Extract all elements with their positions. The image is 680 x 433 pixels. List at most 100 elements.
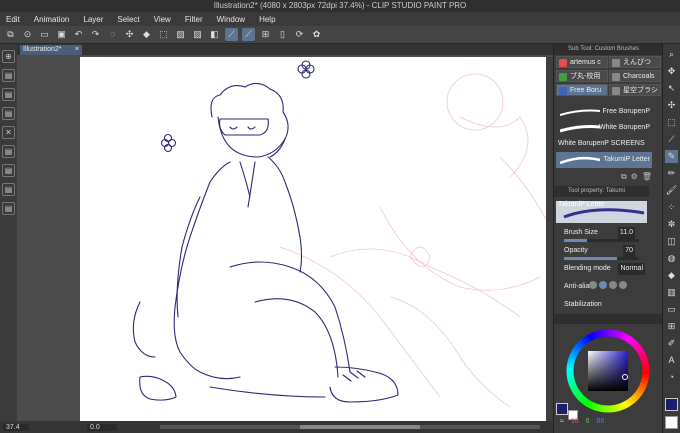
text-icon[interactable]: A (665, 354, 678, 367)
transform-icon[interactable]: ⬚ (157, 28, 170, 41)
color-wheel-header (554, 314, 663, 324)
drawing-canvas[interactable] (80, 57, 553, 421)
fill-icon[interactable]: ◆ (665, 269, 678, 282)
brush-size-value[interactable]: 11.0 (617, 227, 635, 239)
decoration-icon[interactable]: ✼ (665, 218, 678, 231)
page-icon-7[interactable]: ▤ (2, 202, 15, 215)
opacity-row[interactable]: Opacity 70 (554, 245, 649, 263)
anti-alias-options[interactable] (589, 281, 627, 289)
menu-animation[interactable]: Animation (34, 15, 70, 24)
page-icon-2[interactable]: ▤ (2, 88, 15, 101)
rotation-value[interactable]: 0.0 (87, 423, 117, 431)
share-icon[interactable]: ⟳ (293, 28, 306, 41)
color-icon[interactable]: ✿ (310, 28, 323, 41)
airbrush-icon[interactable]: ⁘ (665, 201, 678, 214)
brush-item[interactable]: Free BorupenP (556, 104, 652, 120)
brush-item[interactable]: White BorupenP SCREENS (556, 136, 652, 152)
navigator-icon[interactable]: ⊕ (2, 50, 15, 63)
stabilization-row[interactable]: Stabilization (554, 299, 649, 309)
subtool-button-4[interactable]: Charcoals (609, 70, 661, 82)
aa-weak[interactable] (599, 281, 607, 289)
blend-icon[interactable]: ◍ (665, 252, 678, 265)
subtool-button-1[interactable]: artemus c (556, 56, 608, 68)
menu-layer[interactable]: Layer (83, 15, 103, 24)
aa-none[interactable] (589, 281, 597, 289)
delete-icon[interactable]: 🗑 (642, 172, 652, 182)
balloon-icon[interactable]: ◔ (665, 371, 678, 384)
blending-mode-select[interactable]: Normal (618, 263, 645, 275)
zoom-value[interactable]: 37.4 (3, 423, 29, 431)
eraser-icon[interactable]: ◫ (665, 235, 678, 248)
color-mode-icon[interactable]: ≈ (560, 418, 564, 425)
page-icon-4[interactable]: ▤ (2, 145, 15, 158)
subtool-button-3[interactable]: ブ丸-校用 (556, 70, 608, 82)
menu-help[interactable]: Help (259, 15, 275, 24)
device-icon[interactable]: ▯ (276, 28, 289, 41)
anti-alias-row[interactable]: Anti-alias (554, 281, 649, 299)
grid-icon[interactable]: ⊞ (259, 28, 272, 41)
redo-icon[interactable]: ↷ (89, 28, 102, 41)
page-icon[interactable]: ▤ (2, 69, 15, 82)
menu-filter[interactable]: Filter (185, 15, 203, 24)
lasso-icon[interactable]: ◌ (106, 28, 119, 41)
open-file-icon[interactable]: ⊙ (21, 28, 34, 41)
subtool-button-5[interactable]: Free Boru (556, 84, 608, 96)
opacity-slider[interactable] (564, 257, 639, 260)
flip-icon[interactable]: ◧ (208, 28, 221, 41)
menu-bar: Edit Animation Layer Select View Filter … (0, 12, 680, 26)
ruler-icon[interactable]: ✐ (665, 337, 678, 350)
move-layer-icon[interactable]: ✣ (665, 99, 678, 112)
snap-special-icon[interactable]: ⟋ (242, 28, 255, 41)
fill-icon[interactable]: ◆ (140, 28, 153, 41)
close-page-icon[interactable]: ✕ (2, 126, 15, 139)
new-file-icon[interactable]: ⧉ (4, 28, 17, 41)
main-color-swatch-small[interactable] (665, 398, 678, 411)
opacity-value[interactable]: 70 (623, 245, 635, 257)
copy-icon[interactable]: ⧉ (621, 172, 627, 182)
frame-icon[interactable]: ⊞ (665, 320, 678, 333)
menu-select[interactable]: Select (117, 15, 139, 24)
page-icon-6[interactable]: ▤ (2, 183, 15, 196)
move-icon[interactable]: ✥ (665, 65, 678, 78)
clear-icon[interactable]: ✣ (123, 28, 136, 41)
value-value: 86 (596, 418, 605, 425)
brush-size-slider[interactable] (564, 239, 639, 242)
brush-item[interactable]: White BorupenP (556, 120, 652, 136)
canvas-scrollbar[interactable] (546, 57, 553, 421)
brush-preview: TakumiP Letter (556, 201, 647, 223)
menu-window[interactable]: Window (217, 15, 245, 24)
subtool-button-6[interactable]: 星空ブラシ (609, 84, 661, 96)
folder-icon[interactable]: ▭ (38, 28, 51, 41)
blending-mode-row[interactable]: Blending mode Normal (554, 263, 649, 281)
save-icon[interactable]: ▣ (55, 28, 68, 41)
settings-icon[interactable]: ⚙ (631, 172, 638, 182)
aa-medium[interactable] (609, 281, 617, 289)
sub-color-swatch-small[interactable] (665, 416, 678, 429)
brush-item-selected[interactable]: TakumiP Letter (556, 152, 652, 168)
gradient-icon[interactable]: ▥ (665, 286, 678, 299)
page-icon-5[interactable]: ▤ (2, 164, 15, 177)
zoom-icon[interactable]: ⌕ (665, 48, 678, 61)
snap-ruler-icon[interactable]: ⟋ (225, 28, 238, 41)
operation-icon[interactable]: ↖ (665, 82, 678, 95)
brush-icon[interactable]: 🖌 (665, 184, 678, 197)
menu-edit[interactable]: Edit (6, 15, 20, 24)
main-color-swatch[interactable] (556, 403, 568, 415)
selection-icon[interactable]: ⬚ (665, 116, 678, 129)
brush-size-row[interactable]: Brush Size 11.0 (554, 227, 649, 245)
figure-icon[interactable]: ▭ (665, 303, 678, 316)
crop-icon[interactable]: ▧ (174, 28, 187, 41)
document-tab-bar: Illustration2* × (0, 44, 553, 55)
subtool-button-2[interactable]: えんぴつ (609, 56, 661, 68)
pencil-icon[interactable]: ✏ (665, 167, 678, 180)
tab-illustration[interactable]: Illustration2* × (20, 45, 82, 55)
aa-strong[interactable] (619, 281, 627, 289)
menu-view[interactable]: View (154, 15, 171, 24)
undo-icon[interactable]: ↶ (72, 28, 85, 41)
page-icon-3[interactable]: ▤ (2, 107, 15, 120)
scrollbar-thumb[interactable] (300, 425, 420, 429)
layer-icon[interactable]: ▨ (191, 28, 204, 41)
pen-icon[interactable]: ✎ (665, 150, 678, 163)
eyedropper-icon[interactable]: ⟋ (665, 133, 678, 146)
close-icon[interactable]: × (75, 45, 79, 55)
